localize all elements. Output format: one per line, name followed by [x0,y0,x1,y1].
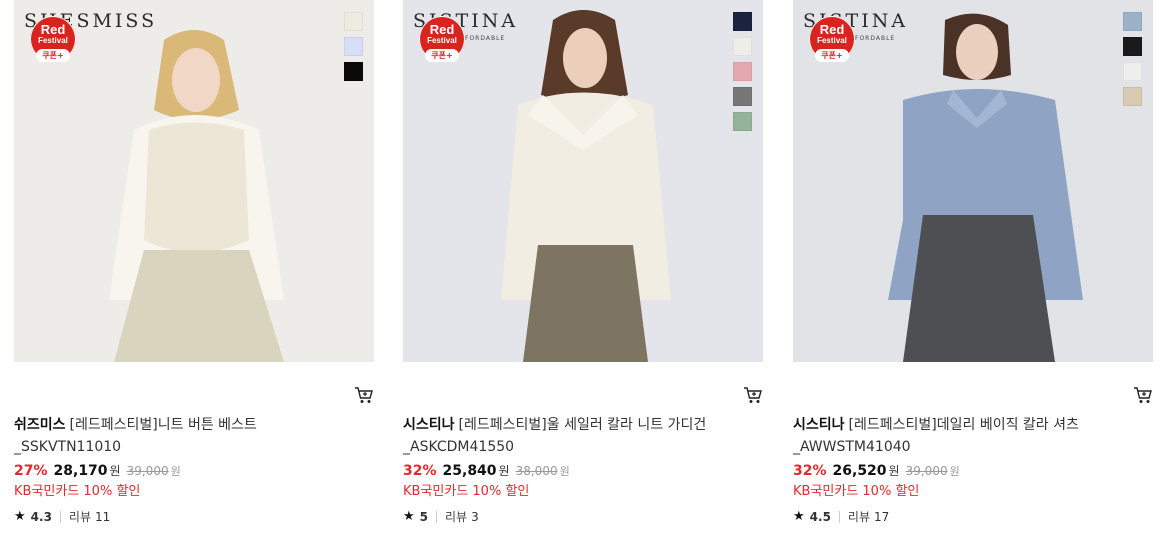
currency-unit: 원 [888,464,900,478]
card-promo: KB국민카드 10% 할인 [403,484,530,499]
product-info[interactable]: 시스티나 [레드페스티벌]데일리 베이직 칼라 셔츠 _AWWSTM41040 3… [793,414,1153,525]
badge-line2: Festival [817,36,847,45]
product-title[interactable]: 쉬즈미스 [레드페스티벌]니트 버튼 베스트 _SSKVTN11010 [14,414,344,458]
rating-score: 4.5 [809,509,831,524]
currency-unit: 원 [109,464,121,478]
sale-price: 25,840 [442,463,497,479]
product-info[interactable]: 쉬즈미스 [레드페스티벌]니트 버튼 베스트 _SSKVTN11010 27% 2… [14,414,374,525]
red-festival-badge: Red Festival 쿠폰+ [30,16,76,62]
badge-coupon: 쿠폰+ [425,49,459,62]
divider [436,510,438,523]
price-row: 32% 25,840 원 38,000 원 [403,462,763,481]
price-row: 27% 28,170 원 39,000 원 [14,462,374,481]
original-currency: 원 [559,465,570,478]
color-swatch[interactable] [733,112,752,131]
color-swatch[interactable] [733,12,752,31]
color-swatch[interactable] [733,62,752,81]
red-festival-badge: Red Festival 쿠폰+ [419,16,465,62]
color-swatches [733,12,752,137]
color-swatch[interactable] [733,37,752,56]
color-swatches [1123,12,1142,112]
product-title[interactable]: 시스티나 [레드페스티벌]울 세일러 칼라 니트 가디건 _ASKCDM41550 [403,414,733,458]
original-price: 38,000 [515,464,558,478]
red-festival-badge: Red Festival 쿠폰+ [809,16,855,62]
review-count: 3 [471,509,479,524]
brand-watermark-sub: FORDABLE [465,35,506,42]
divider [59,510,61,523]
sale-price: 28,170 [53,463,108,479]
badge-line1: Red [40,22,66,37]
review-count: 17 [874,509,890,524]
color-swatch[interactable] [344,62,363,81]
rating-score: 4.3 [30,509,52,524]
color-swatch[interactable] [344,12,363,31]
badge-line2: Festival [38,36,68,45]
review-count: 11 [95,509,111,524]
currency-unit: 원 [498,464,510,478]
badge-line1: Red [429,22,455,37]
rating-score: 5 [419,509,429,524]
sale-price: 26,520 [832,463,887,479]
product-info[interactable]: 시스티나 [레드페스티벌]울 세일러 칼라 니트 가디건 _ASKCDM41550… [403,414,763,525]
brand-name[interactable]: 쉬즈미스 [14,417,66,433]
color-swatch[interactable] [1123,87,1142,106]
card-promo: KB국민카드 10% 할인 [793,484,920,499]
color-swatch[interactable] [344,37,363,56]
color-swatch[interactable] [1123,37,1142,56]
original-price: 39,000 [126,464,169,478]
discount-rate: 32% [793,463,827,479]
product-card[interactable]: SHESMISS Red Festival 쿠폰+ 쉬즈미스 [레드페스티벌]니트… [14,0,374,524]
review-label: 리뷰 [68,510,92,524]
original-currency: 원 [949,465,960,478]
badge-coupon: 쿠폰+ [815,49,849,62]
product-image[interactable]: SISTINA FORDABLE Red Festival 쿠폰+ [403,0,763,362]
product-title[interactable]: 시스티나 [레드페스티벌]데일리 베이직 칼라 셔츠 _AWWSTM41040 [793,414,1123,458]
product-image[interactable]: SISTINA FORDABLE Red Festival 쿠폰+ [793,0,1153,362]
brand-watermark-sub: FORDABLE [855,35,896,42]
badge-line1: Red [819,22,845,37]
cart-icon[interactable] [1133,386,1153,404]
rating-row: ★ 4.3 리뷰 11 [14,508,374,525]
original-price: 39,000 [905,464,948,478]
rating-row: ★ 5 리뷰 3 [403,508,763,525]
color-swatches [344,12,363,87]
color-swatch[interactable] [733,87,752,106]
review-label: 리뷰 [847,510,871,524]
badge-coupon: 쿠폰+ [36,49,70,62]
cart-icon[interactable] [743,386,763,404]
star-icon: ★ [403,509,415,524]
product-image[interactable]: SHESMISS Red Festival 쿠폰+ [14,0,374,362]
card-promo: KB국민카드 10% 할인 [14,484,141,499]
discount-rate: 32% [403,463,437,479]
original-currency: 원 [170,465,181,478]
product-card[interactable]: SISTINA FORDABLE Red Festival 쿠폰+ 시스티나 [레… [403,0,763,524]
color-swatch[interactable] [1123,12,1142,31]
color-swatch[interactable] [1123,62,1142,81]
cart-icon[interactable] [354,386,374,404]
badge-line2: Festival [427,36,457,45]
star-icon: ★ [14,509,26,524]
product-card[interactable]: SISTINA FORDABLE Red Festival 쿠폰+ 시스티나 [레… [793,0,1153,524]
brand-name[interactable]: 시스티나 [403,417,455,433]
star-icon: ★ [793,509,805,524]
brand-name[interactable]: 시스티나 [793,417,845,433]
divider [838,510,840,523]
review-label: 리뷰 [445,510,468,524]
rating-row: ★ 4.5 리뷰 17 [793,508,1153,525]
discount-rate: 27% [14,463,48,479]
product-grid: SHESMISS Red Festival 쿠폰+ 쉬즈미스 [레드페스티벌]니트… [0,0,1169,535]
price-row: 32% 26,520 원 39,000 원 [793,462,1153,481]
